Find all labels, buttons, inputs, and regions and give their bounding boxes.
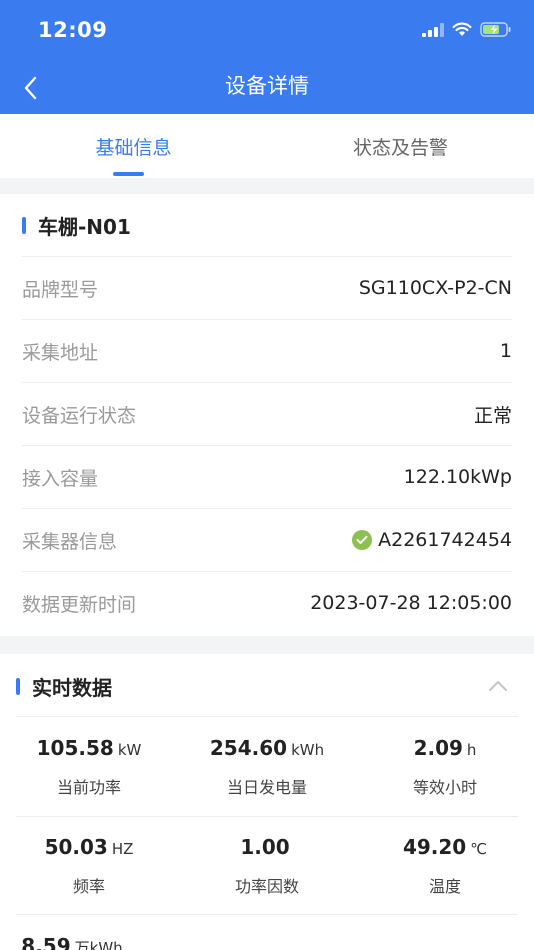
check-circle-icon xyxy=(352,530,373,550)
collector-id: A2261742454 xyxy=(378,529,512,551)
metric-value: 105.58 kW xyxy=(36,736,142,760)
metric-equivalent-hours: 2.09 h 等效小时 xyxy=(356,736,534,798)
metric-unit: ℃ xyxy=(470,840,488,858)
realtime-heading: 实时数据 xyxy=(16,672,112,701)
cellular-signal-icon xyxy=(422,22,444,37)
info-value: 正常 xyxy=(473,404,512,427)
info-row-run-status: 设备运行状态 正常 xyxy=(22,382,512,445)
info-label: 采集器信息 xyxy=(22,530,118,553)
metric-label: 当前功率 xyxy=(56,778,121,797)
device-name: 车棚-N01 xyxy=(38,215,131,239)
info-row-collector: 采集器信息 A2261742454 xyxy=(22,508,512,571)
status-time: 12:09 xyxy=(38,18,108,42)
info-value-collector[interactable]: A2261742454 xyxy=(352,529,512,551)
app-header: 12:09 设备详情 xyxy=(0,0,534,114)
battery-charging-icon xyxy=(480,22,511,37)
metric-value: 1.00 xyxy=(240,835,290,859)
divider xyxy=(16,716,518,717)
tab-bar: 基础信息 状态及告警 xyxy=(0,114,534,178)
metric-value: 8.59 万kWh xyxy=(0,934,172,950)
tab-status-alarm[interactable]: 状态及告警 xyxy=(267,114,534,178)
chevron-up-icon xyxy=(489,681,507,691)
info-label: 设备运行状态 xyxy=(22,404,137,427)
divider xyxy=(16,914,518,915)
metric-label: 当日发电量 xyxy=(226,778,307,797)
info-row-model: 品牌型号 SG110CX-P2-CN xyxy=(22,256,512,319)
info-row-update-time: 数据更新时间 2023-07-28 12:05:00 xyxy=(22,571,512,634)
metric-label: 频率 xyxy=(72,877,105,896)
metric-total-energy: 8.59 万kWh xyxy=(0,934,172,950)
metric-current-power: 105.58 kW 当前功率 xyxy=(0,736,178,798)
info-value: 1 xyxy=(499,340,512,362)
info-value: 122.10kWp xyxy=(403,466,512,488)
page-title: 设备详情 xyxy=(225,74,309,98)
info-label: 数据更新时间 xyxy=(22,593,137,616)
metric-label: 功率因数 xyxy=(234,877,299,896)
nav-bar: 设备详情 xyxy=(0,60,534,114)
active-tab-indicator xyxy=(113,172,144,176)
metric-unit: 万kWh xyxy=(74,939,123,950)
metric-value: 50.03 HZ xyxy=(44,835,134,859)
info-value: 2023-07-28 12:05:00 xyxy=(310,592,512,614)
metric-unit: kW xyxy=(117,741,142,759)
metric-value: 254.60 kWh xyxy=(209,736,325,760)
status-bar: 12:09 xyxy=(0,0,534,60)
info-label: 接入容量 xyxy=(22,467,99,490)
metric-label: 温度 xyxy=(428,877,461,896)
metric-value: 2.09 h xyxy=(413,736,477,760)
info-row-address: 采集地址 1 xyxy=(22,319,512,382)
section-accent-bar xyxy=(16,678,20,695)
metric-label: 等效小时 xyxy=(412,778,477,797)
metric-daily-energy: 254.60 kWh 当日发电量 xyxy=(178,736,356,798)
metric-unit: h xyxy=(466,741,477,759)
info-row-capacity: 接入容量 122.10kWp xyxy=(22,445,512,508)
metric-unit: kWh xyxy=(291,741,325,759)
metric-value: 49.20 ℃ xyxy=(402,835,488,859)
realtime-data-card: 实时数据 105.58 kW 当前功率 254.60 kWh 当日发电量 2.09 h… xyxy=(0,654,534,950)
info-label: 采集地址 xyxy=(22,341,99,364)
tab-basic-info[interactable]: 基础信息 xyxy=(0,114,267,178)
realtime-title: 实时数据 xyxy=(32,676,112,700)
collapse-button[interactable] xyxy=(486,674,510,698)
metric-unit: HZ xyxy=(111,840,134,858)
status-icons xyxy=(422,22,512,37)
divider xyxy=(16,816,518,817)
metric-power-factor: 1.00 功率因数 xyxy=(178,835,356,897)
info-label: 品牌型号 xyxy=(22,278,99,301)
info-value: SG110CX-P2-CN xyxy=(358,277,512,299)
section-accent-bar xyxy=(22,217,26,234)
device-name-heading: 车棚-N01 xyxy=(22,211,131,240)
metric-temperature: 49.20 ℃ 温度 xyxy=(356,835,534,897)
wifi-icon xyxy=(452,22,472,36)
metric-frequency: 50.03 HZ 频率 xyxy=(0,835,178,897)
basic-info-card: 车棚-N01 品牌型号 SG110CX-P2-CN 采集地址 1 设备运行状态 … xyxy=(0,194,534,636)
